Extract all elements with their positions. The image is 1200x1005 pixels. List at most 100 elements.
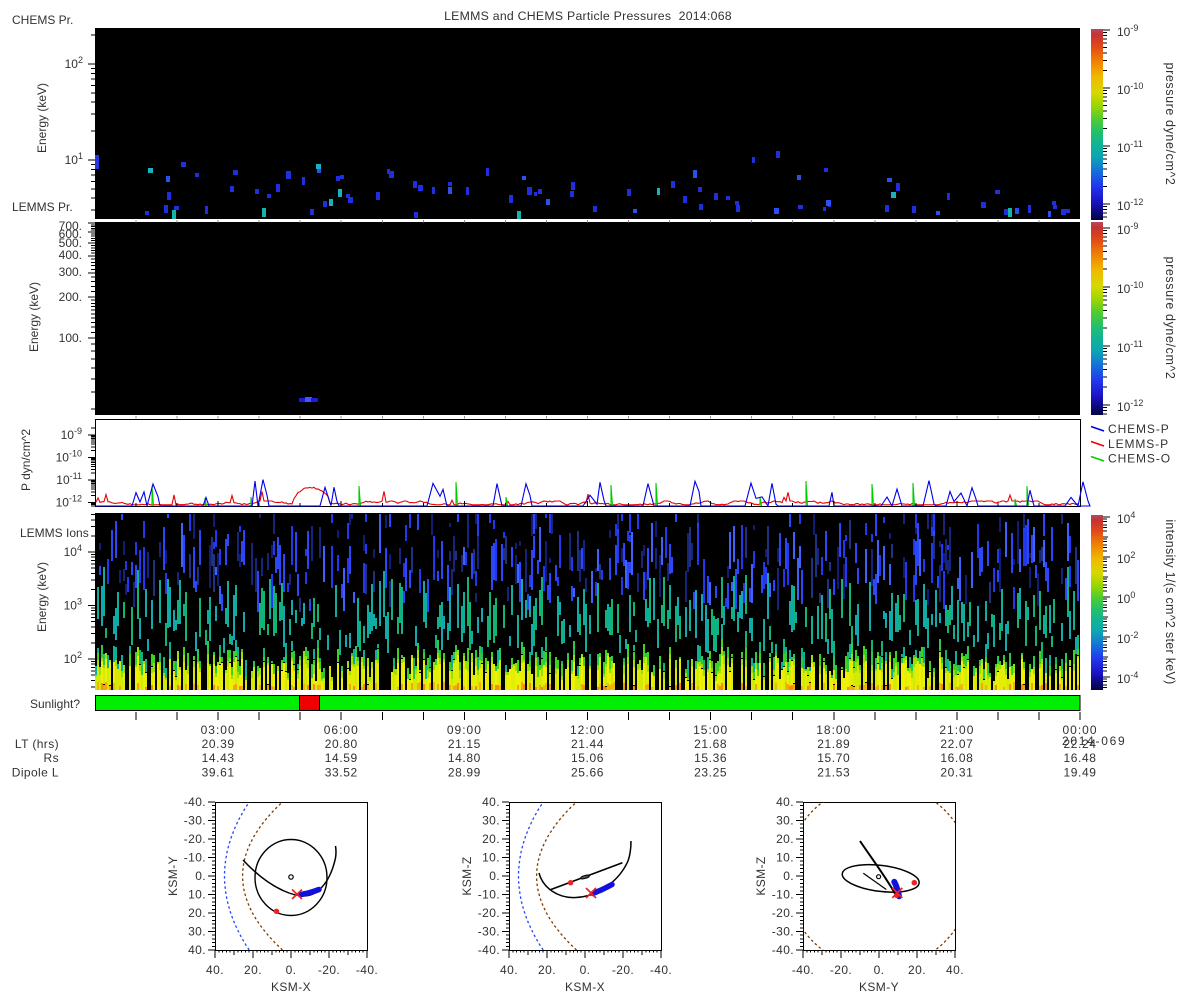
- svg-text:-40.: -40.: [792, 963, 814, 977]
- svg-text:-40.: -40.: [478, 943, 500, 957]
- svg-text:25.66: 25.66: [571, 766, 604, 780]
- svg-text:-30.: -30.: [772, 925, 794, 939]
- svg-text:-20.: -20.: [478, 906, 500, 920]
- svg-text:intensity 1/(s cm^2 ster keV): intensity 1/(s cm^2 ster keV): [1163, 519, 1177, 684]
- svg-text:40.: 40.: [946, 963, 964, 977]
- svg-text:KSM-Y: KSM-Y: [166, 856, 180, 896]
- svg-text:0.: 0.: [489, 869, 500, 883]
- svg-text:33.52: 33.52: [325, 766, 358, 780]
- svg-text:KSM-X: KSM-X: [271, 980, 311, 994]
- svg-text:-40.: -40.: [356, 963, 378, 977]
- svg-text:Dipole L: Dipole L: [12, 766, 59, 780]
- svg-text:pressure dyne/cm^2: pressure dyne/cm^2: [1163, 257, 1177, 380]
- svg-text:06:00: 06:00: [324, 723, 359, 737]
- svg-text:-10.: -10.: [772, 888, 794, 902]
- svg-text:30.: 30.: [776, 814, 794, 828]
- svg-text:CHEMS-P: CHEMS-P: [1108, 422, 1170, 436]
- svg-text:0.: 0.: [286, 963, 297, 977]
- svg-text:40.: 40.: [500, 963, 518, 977]
- svg-text:-20.: -20.: [830, 963, 852, 977]
- svg-text:-10.: -10.: [478, 888, 500, 902]
- svg-text:0.: 0.: [874, 963, 885, 977]
- svg-text:20.: 20.: [776, 832, 794, 846]
- svg-text:10.: 10.: [188, 888, 206, 902]
- svg-text:-40.: -40.: [772, 943, 794, 957]
- svg-text:-20.: -20.: [184, 832, 206, 846]
- svg-text:10.: 10.: [776, 851, 794, 865]
- svg-text:20.: 20.: [538, 963, 556, 977]
- svg-text:LEMMS Pr.: LEMMS Pr.: [12, 200, 73, 214]
- svg-text:KSM-Z: KSM-Z: [754, 856, 768, 895]
- svg-text:400.: 400.: [59, 248, 82, 262]
- svg-text:2014-069: 2014-069: [1062, 734, 1126, 748]
- svg-text:CHEMS Pr.: CHEMS Pr.: [12, 13, 73, 27]
- svg-text:20.: 20.: [188, 906, 206, 920]
- svg-text:40.: 40.: [482, 795, 500, 809]
- svg-text:0.: 0.: [783, 869, 794, 883]
- svg-text:21:00: 21:00: [939, 723, 974, 737]
- svg-text:14.43: 14.43: [202, 751, 235, 765]
- svg-text:09:00: 09:00: [447, 723, 482, 737]
- svg-text:-30.: -30.: [478, 925, 500, 939]
- svg-text:-20.: -20.: [772, 906, 794, 920]
- svg-text:16.08: 16.08: [940, 751, 973, 765]
- svg-text:300.: 300.: [59, 265, 82, 279]
- svg-text:21.44: 21.44: [571, 737, 604, 751]
- svg-text:0.: 0.: [580, 963, 591, 977]
- svg-text:KSM-X: KSM-X: [565, 980, 605, 994]
- svg-text:20.: 20.: [482, 832, 500, 846]
- svg-text:-40.: -40.: [650, 963, 672, 977]
- svg-text:Energy (keV): Energy (keV): [35, 83, 49, 153]
- svg-text:KSM-Y: KSM-Y: [859, 980, 899, 994]
- svg-text:-30.: -30.: [184, 814, 206, 828]
- svg-text:15.36: 15.36: [694, 751, 727, 765]
- svg-text:30.: 30.: [188, 925, 206, 939]
- svg-text:P dyn/cm^2: P dyn/cm^2: [19, 429, 33, 491]
- svg-text:20.39: 20.39: [202, 737, 235, 751]
- svg-text:-40.: -40.: [184, 795, 206, 809]
- svg-text:14.80: 14.80: [448, 751, 481, 765]
- svg-text:22.07: 22.07: [940, 737, 973, 751]
- svg-text:0.: 0.: [195, 869, 206, 883]
- svg-text:20.: 20.: [244, 963, 262, 977]
- svg-text:21.68: 21.68: [694, 737, 727, 751]
- svg-text:Energy (keV): Energy (keV): [35, 562, 49, 632]
- svg-text:15.06: 15.06: [571, 751, 604, 765]
- svg-text:Energy (keV): Energy (keV): [27, 282, 41, 352]
- svg-text:KSM-Z: KSM-Z: [460, 856, 474, 895]
- svg-text:19.49: 19.49: [1063, 766, 1096, 780]
- svg-text:LEMMS and CHEMS Particle Press: LEMMS and CHEMS Particle Pressures 2014:…: [444, 9, 732, 23]
- svg-text:20.80: 20.80: [325, 737, 358, 751]
- svg-text:LEMMS Ions: LEMMS Ions: [20, 526, 89, 540]
- svg-text:23.25: 23.25: [694, 766, 727, 780]
- svg-text:18:00: 18:00: [816, 723, 851, 737]
- svg-text:39.61: 39.61: [202, 766, 235, 780]
- svg-text:40.: 40.: [188, 943, 206, 957]
- svg-text:21.53: 21.53: [817, 766, 850, 780]
- svg-text:30.: 30.: [482, 814, 500, 828]
- svg-text:-20.: -20.: [318, 963, 340, 977]
- svg-text:100.: 100.: [59, 331, 82, 345]
- svg-text:-10.: -10.: [184, 851, 206, 865]
- svg-text:21.15: 21.15: [448, 737, 481, 751]
- svg-text:14.59: 14.59: [325, 751, 358, 765]
- svg-text:12:00: 12:00: [570, 723, 605, 737]
- svg-text:15:00: 15:00: [693, 723, 728, 737]
- svg-text:16.48: 16.48: [1063, 751, 1096, 765]
- svg-text:CHEMS-O: CHEMS-O: [1108, 452, 1171, 466]
- svg-text:40.: 40.: [776, 795, 794, 809]
- svg-text:LT (hrs): LT (hrs): [15, 737, 59, 751]
- svg-text:15.70: 15.70: [817, 751, 850, 765]
- svg-text:LEMMS-P: LEMMS-P: [1108, 437, 1169, 451]
- svg-text:28.99: 28.99: [448, 766, 481, 780]
- svg-text:20.: 20.: [908, 963, 926, 977]
- svg-text:21.89: 21.89: [817, 737, 850, 751]
- svg-text:pressure dyne/cm^2: pressure dyne/cm^2: [1163, 63, 1177, 186]
- svg-text:40.: 40.: [206, 963, 224, 977]
- svg-text:10.: 10.: [482, 851, 500, 865]
- svg-text:Sunlight?: Sunlight?: [30, 697, 80, 711]
- svg-text:200.: 200.: [59, 290, 82, 304]
- svg-text:20.31: 20.31: [940, 766, 973, 780]
- svg-text:03:00: 03:00: [201, 723, 236, 737]
- svg-text:Rs: Rs: [44, 751, 59, 765]
